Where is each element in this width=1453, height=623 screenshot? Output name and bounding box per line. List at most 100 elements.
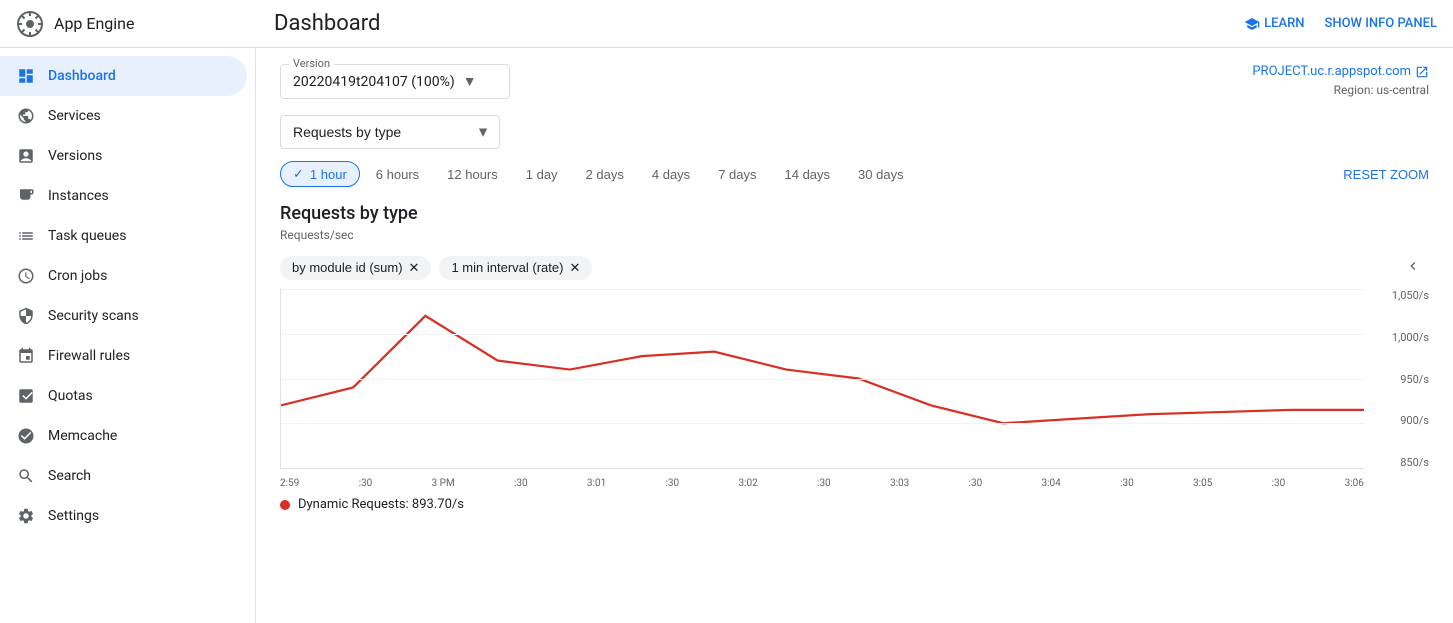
version-group: Version 20220419t204107 (100%) ▼ xyxy=(280,64,510,99)
learn-link[interactable]: LEARN xyxy=(1244,16,1304,32)
x-label-14: 3:06 xyxy=(1345,478,1364,489)
sidebar-item-dashboard[interactable]: Dashboard xyxy=(0,56,247,96)
cron-jobs-icon xyxy=(16,266,36,286)
sidebar-item-dashboard-label: Dashboard xyxy=(48,68,116,84)
chart-collapse-button[interactable] xyxy=(1397,254,1429,281)
search-icon xyxy=(16,466,36,486)
region-text: Region: us-central xyxy=(1252,83,1429,97)
learn-icon xyxy=(1244,16,1260,32)
x-label-8: 3:03 xyxy=(890,478,909,489)
time-btn-14days[interactable]: 14 days xyxy=(773,163,843,186)
sidebar-item-versions[interactable]: Versions xyxy=(0,136,247,176)
dashboard-icon xyxy=(16,66,36,86)
time-btn-7days[interactable]: 7 days xyxy=(706,163,768,186)
time-range-row: ✓ 1 hour 6 hours 12 hours 1 day 2 days 4… xyxy=(280,161,1429,187)
memcache-icon xyxy=(16,426,36,446)
chart-line xyxy=(281,316,1364,423)
grid-line-top xyxy=(281,289,1364,290)
legend-text: Dynamic Requests: 893.70/s xyxy=(298,497,464,512)
filter-chip-module[interactable]: by module id (sum) ✕ xyxy=(280,256,431,280)
chart-legend: Dynamic Requests: 893.70/s xyxy=(280,497,1429,512)
sidebar-item-quotas[interactable]: Quotas xyxy=(0,376,247,416)
chip-close-icon-2: ✕ xyxy=(569,260,580,276)
x-label-3: :30 xyxy=(514,478,528,489)
filter-chip-interval[interactable]: 1 min interval (rate) ✕ xyxy=(439,256,592,280)
top-header: App Engine Dashboard LEARN SHOW INFO PAN… xyxy=(0,0,1453,48)
time-btn-12hours[interactable]: 12 hours xyxy=(435,163,510,186)
version-value: 20220419t204107 (100%) xyxy=(293,74,455,90)
reset-zoom-button[interactable]: RESET ZOOM xyxy=(1343,167,1429,182)
sidebar-item-firewall-rules[interactable]: Firewall rules xyxy=(0,336,247,376)
main-layout: Dashboard Services Versions Instances xyxy=(0,48,1453,623)
time-btn-2days[interactable]: 2 days xyxy=(574,163,636,186)
legend-dot xyxy=(280,500,290,510)
time-btn-1hour[interactable]: ✓ 1 hour xyxy=(280,161,360,187)
sidebar-item-settings-label: Settings xyxy=(48,508,99,524)
x-label-13: :30 xyxy=(1272,478,1286,489)
sidebar-item-search[interactable]: Search xyxy=(0,456,247,496)
chart-section: Requests by type Requests/sec by module … xyxy=(280,203,1429,512)
sidebar-item-services-label: Services xyxy=(48,108,101,124)
chart-y-axis: 1,050/s 1,000/s 950/s 900/s 850/s xyxy=(1369,289,1429,469)
sidebar-item-services[interactable]: Services xyxy=(0,96,247,136)
app-title: App Engine xyxy=(54,14,135,33)
sidebar-item-memcache[interactable]: Memcache xyxy=(0,416,247,456)
sidebar: Dashboard Services Versions Instances xyxy=(0,48,256,623)
task-queues-icon xyxy=(16,226,36,246)
y-label-3: 900/s xyxy=(1369,414,1429,427)
y-label-2: 950/s xyxy=(1369,373,1429,386)
chart-type-select-wrap: Requests by type Requests by version Mem… xyxy=(280,115,500,149)
x-label-0: 2:59 xyxy=(280,478,299,489)
settings-icon xyxy=(16,506,36,526)
sidebar-item-security-scans[interactable]: Security scans xyxy=(0,296,247,336)
chart-type-row: Requests by type Requests by version Mem… xyxy=(280,115,1429,149)
sidebar-item-task-queues[interactable]: Task queues xyxy=(0,216,247,256)
chart-subtitle: Requests/sec xyxy=(280,228,1429,242)
time-btn-4days[interactable]: 4 days xyxy=(640,163,702,186)
time-range-buttons: ✓ 1 hour 6 hours 12 hours 1 day 2 days 4… xyxy=(280,161,916,187)
x-label-9: :30 xyxy=(969,478,983,489)
sidebar-item-security-scans-label: Security scans xyxy=(48,308,139,324)
chart-type-select[interactable]: Requests by type Requests by version Mem… xyxy=(280,115,500,149)
header-actions: LEARN SHOW INFO PANEL xyxy=(1244,16,1437,32)
time-btn-1day[interactable]: 1 day xyxy=(514,163,570,186)
app-logo: App Engine xyxy=(16,10,266,38)
x-label-2: 3 PM xyxy=(432,478,455,489)
grid-line-2 xyxy=(281,379,1364,380)
version-selector[interactable]: Version 20220419t204107 (100%) ▼ xyxy=(280,64,510,99)
time-btn-30days[interactable]: 30 days xyxy=(846,163,916,186)
quotas-icon xyxy=(16,386,36,406)
firewall-rules-icon xyxy=(16,346,36,366)
time-btn-6hours[interactable]: 6 hours xyxy=(364,163,431,186)
x-label-10: 3:04 xyxy=(1042,478,1061,489)
sidebar-item-instances[interactable]: Instances xyxy=(0,176,247,216)
show-info-panel-button[interactable]: SHOW INFO PANEL xyxy=(1324,16,1437,31)
sidebar-item-task-queues-label: Task queues xyxy=(48,228,126,244)
chart-plot xyxy=(280,289,1364,469)
y-label-0: 1,050/s xyxy=(1369,289,1429,302)
services-icon xyxy=(16,106,36,126)
project-link[interactable]: PROJECT.uc.r.appspot.com xyxy=(1252,64,1429,79)
sidebar-item-cron-jobs-label: Cron jobs xyxy=(48,268,107,284)
chip-close-icon: ✕ xyxy=(409,260,420,276)
chevron-left-icon xyxy=(1405,258,1421,274)
content-area: Version 20220419t204107 (100%) ▼ PROJECT… xyxy=(256,48,1453,623)
x-label-6: 3:02 xyxy=(738,478,757,489)
sidebar-item-cron-jobs[interactable]: Cron jobs xyxy=(0,256,247,296)
sidebar-item-memcache-label: Memcache xyxy=(48,428,117,444)
version-label: Version xyxy=(289,57,334,70)
x-label-12: 3:05 xyxy=(1193,478,1212,489)
sidebar-item-firewall-rules-label: Firewall rules xyxy=(48,348,130,364)
x-label-4: 3:01 xyxy=(587,478,606,489)
version-dropdown-arrow: ▼ xyxy=(463,73,477,90)
check-icon: ✓ xyxy=(293,166,304,182)
x-label-5: :30 xyxy=(665,478,679,489)
grid-line-3 xyxy=(281,423,1364,424)
app-engine-icon xyxy=(16,10,44,38)
project-info: PROJECT.uc.r.appspot.com Region: us-cent… xyxy=(1252,64,1429,97)
sidebar-item-settings[interactable]: Settings xyxy=(0,496,247,536)
version-row: Version 20220419t204107 (100%) ▼ PROJECT… xyxy=(280,64,1429,99)
y-label-1: 1,000/s xyxy=(1369,331,1429,344)
x-label-11: :30 xyxy=(1120,478,1134,489)
versions-icon xyxy=(16,146,36,166)
